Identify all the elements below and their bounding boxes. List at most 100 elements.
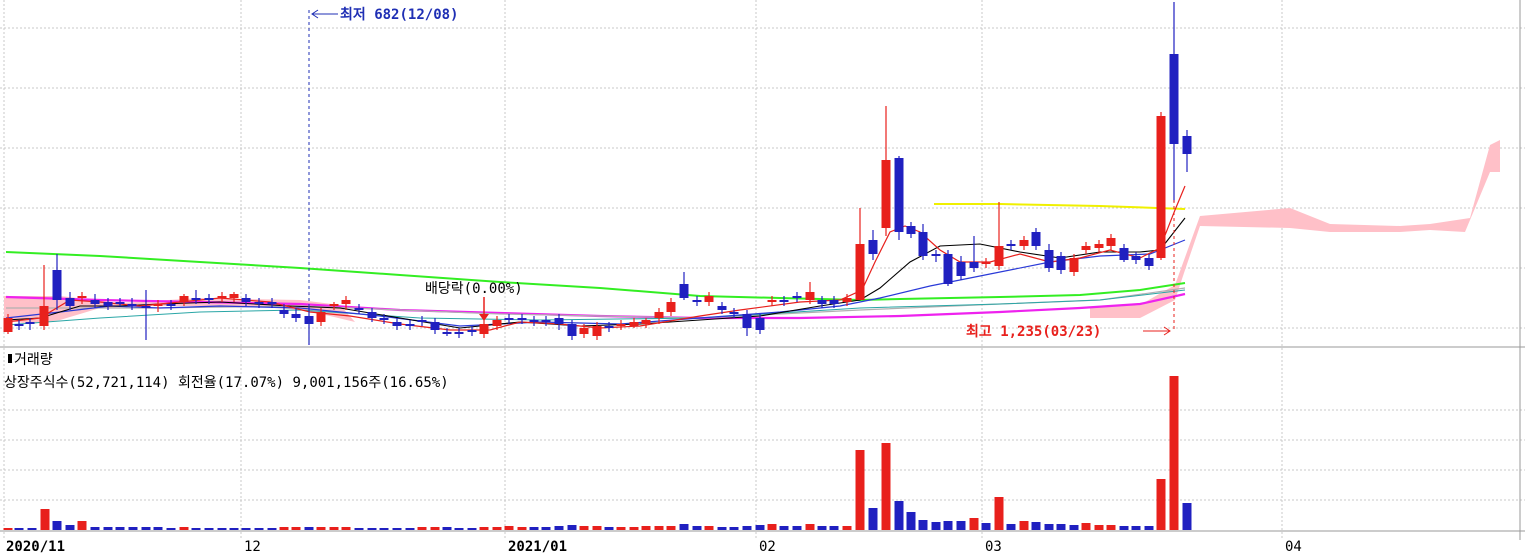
candle-body xyxy=(405,324,415,326)
volume-bar xyxy=(881,443,891,530)
volume-bars xyxy=(3,376,1192,530)
candle-body xyxy=(217,296,227,298)
candle-body xyxy=(1156,116,1166,258)
candle-body xyxy=(279,310,289,314)
volume-bar xyxy=(1106,525,1116,530)
volume-bar xyxy=(442,527,452,530)
candle-body xyxy=(616,324,626,326)
grid xyxy=(0,0,1525,540)
volume-bar xyxy=(517,527,527,530)
candle-body xyxy=(1131,256,1141,260)
candle-body xyxy=(792,296,802,298)
dividend-label: 배당락(0.00%) xyxy=(425,281,523,297)
candle-body xyxy=(641,320,651,324)
volume-bar xyxy=(994,497,1004,530)
candle-body xyxy=(52,270,62,300)
volume-bar xyxy=(641,526,651,530)
x-label-03: 03 xyxy=(985,539,1002,555)
candle-body xyxy=(504,318,514,320)
volume-bar xyxy=(704,526,714,530)
volume-bar xyxy=(77,521,87,530)
volume-bar xyxy=(755,525,765,530)
low-label: 최저 682(12/08) xyxy=(340,7,458,23)
candle-body xyxy=(1094,244,1104,248)
candle-body xyxy=(894,158,904,232)
candle-body xyxy=(805,292,815,300)
volume-bar xyxy=(229,528,239,530)
candle-body xyxy=(1069,258,1079,272)
volume-bar xyxy=(467,528,477,530)
candle-body xyxy=(717,306,727,310)
candle-body xyxy=(704,296,714,302)
volume-bar xyxy=(367,528,377,530)
candle-body xyxy=(931,254,941,256)
candle-body xyxy=(25,322,35,324)
candle-body xyxy=(742,314,752,328)
candle-body xyxy=(1106,238,1116,246)
volume-bar xyxy=(405,528,415,530)
candle-body xyxy=(492,320,502,326)
volume-bar xyxy=(492,527,502,530)
candle-body xyxy=(354,308,364,310)
candle-body xyxy=(842,298,852,302)
candle-body xyxy=(541,320,551,322)
volume-bar xyxy=(931,522,941,530)
volume-bar xyxy=(27,528,37,530)
candle-body xyxy=(868,240,878,254)
volume-bar xyxy=(894,501,904,530)
volume-bar xyxy=(191,528,201,530)
volume-bar xyxy=(354,528,364,530)
volume-bar xyxy=(767,524,777,530)
candle-body xyxy=(881,160,891,228)
candle-body xyxy=(141,306,151,308)
volume-bar xyxy=(65,525,75,530)
candle-body xyxy=(629,322,639,326)
candle-body xyxy=(1006,244,1016,246)
volume-bar xyxy=(1131,526,1141,530)
x-label-04: 04 xyxy=(1285,539,1302,555)
candle-body xyxy=(529,320,539,322)
volume-bar xyxy=(3,528,13,530)
candle-body xyxy=(115,302,125,304)
volume-bar xyxy=(567,525,577,530)
volume-bar xyxy=(217,528,227,530)
candle-body xyxy=(127,304,137,306)
volume-bar xyxy=(90,527,100,530)
volume-bar xyxy=(430,527,440,530)
candle-body xyxy=(39,306,49,326)
volume-bar xyxy=(1069,525,1079,530)
candle-body xyxy=(316,312,326,322)
high-label: 최고 1,235(03/23) xyxy=(966,324,1101,340)
volume-bar xyxy=(981,523,991,530)
candle-body xyxy=(267,302,277,304)
candle-body xyxy=(77,296,87,298)
cloud-segment xyxy=(1090,140,1500,318)
candle-body xyxy=(254,302,264,304)
volume-bar xyxy=(40,509,50,530)
volume-bar xyxy=(254,528,264,530)
volume-bar xyxy=(1169,376,1179,530)
candle-body xyxy=(229,294,239,298)
volume-bar xyxy=(842,526,852,530)
volume-bar xyxy=(52,521,62,530)
candle-body xyxy=(855,244,865,300)
volume-bar xyxy=(943,521,953,530)
volume-bar xyxy=(906,512,916,530)
candle-body xyxy=(579,328,589,334)
volume-bar xyxy=(592,526,602,530)
candle-body xyxy=(341,300,351,304)
candle-body xyxy=(1081,246,1091,250)
volume-bar xyxy=(115,527,125,530)
candle-body xyxy=(1031,232,1041,246)
volume-bar xyxy=(918,520,928,530)
candle-body xyxy=(392,322,402,326)
candle-body xyxy=(1019,240,1029,246)
volume-bar xyxy=(153,527,163,530)
volume-bar xyxy=(616,527,626,530)
volume-bar xyxy=(128,527,138,530)
candle-body xyxy=(729,312,739,314)
volume-bar xyxy=(829,526,839,530)
volume-bar xyxy=(629,527,639,530)
volume-bar xyxy=(1019,521,1029,530)
volume-bar xyxy=(1006,524,1016,530)
